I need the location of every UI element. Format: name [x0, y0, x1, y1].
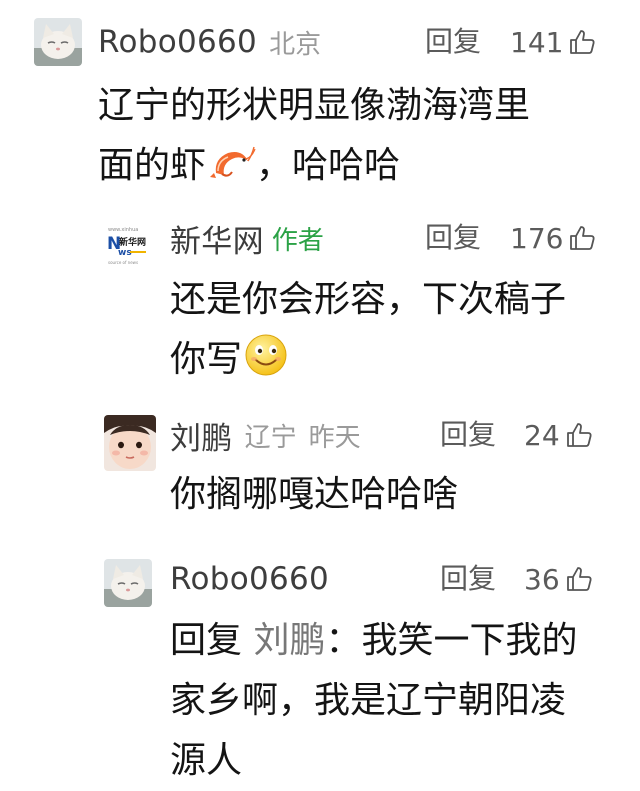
shrimp-emoji-icon — [208, 143, 256, 183]
reply-button[interactable]: 回复 — [425, 218, 481, 258]
username[interactable]: 刘鹏 — [170, 413, 233, 458]
svg-text:新华网: 新华网 — [119, 236, 146, 248]
comment-header: 刘鹏 辽宁 昨天 — [170, 413, 361, 458]
comment-text-fragment: 面的虾 — [98, 145, 207, 186]
location-label: 辽宁 — [244, 422, 297, 453]
comment-text-fragment: 你写 — [170, 339, 243, 380]
comment-item: 刘鹏 辽宁 昨天 回复 24 你搁哪嘎达哈哈啥 — [0, 395, 640, 545]
xinhuanet-logo-icon[interactable]: www.xinhua N 新华网 ws source of news — [104, 222, 152, 270]
comment-text-fragment: ，哈哈哈 — [256, 145, 401, 186]
baby-avatar-icon[interactable] — [104, 415, 156, 471]
smile-emoji-icon — [244, 333, 288, 377]
comment-text-line: 家乡啊，我是辽宁朝阳凌 — [170, 680, 567, 721]
like-button[interactable]: 36 — [524, 559, 594, 599]
mention-link[interactable]: 刘鹏 — [253, 620, 325, 661]
comment-item: Robo0660 回复 36 回复 刘鹏：我笑一下我的 家乡啊，我是辽宁朝阳凌 … — [0, 545, 640, 784]
like-count: 141 — [510, 25, 564, 59]
like-count: 176 — [510, 221, 564, 255]
thumbs-up-icon — [564, 564, 594, 594]
svg-text:ws: ws — [118, 248, 132, 258]
comment-text: 回复 刘鹏：我笑一下我的 家乡啊，我是辽宁朝阳凌 源人 — [170, 611, 578, 791]
svg-text:source of news: source of news — [108, 260, 138, 265]
username[interactable]: 新华网 — [170, 216, 264, 261]
like-button[interactable]: 141 — [510, 22, 597, 62]
thumbs-up-icon — [567, 27, 597, 57]
comment-header: 新华网 作者 — [170, 216, 324, 261]
comment-text-line: 还是你会形容，下次稿子 — [170, 279, 567, 320]
comment-text: 辽宁的形状明显像渤海湾里 面的虾 ，哈哈哈 — [98, 76, 530, 196]
svg-text:www.xinhua: www.xinhua — [108, 227, 138, 233]
comment-item: Robo0660 北京 回复 141 辽宁的形状明显像渤海湾里 面的虾 ，哈哈哈 — [0, 0, 640, 200]
like-count: 36 — [524, 562, 560, 596]
cat-avatar-icon[interactable] — [34, 18, 82, 66]
reply-button[interactable]: 回复 — [440, 559, 496, 599]
username[interactable]: Robo0660 — [98, 24, 257, 60]
comment-text-line: 你写 — [170, 330, 566, 390]
reply-prefix: 回复 — [170, 620, 243, 661]
like-button[interactable]: 176 — [510, 218, 597, 258]
thumbs-up-icon — [567, 223, 597, 253]
comment-text-line: 回复 刘鹏：我笑一下我的 — [170, 611, 578, 671]
comment-header: Robo0660 北京 — [98, 22, 321, 62]
thumbs-up-icon — [564, 420, 594, 450]
comment-text-line: 源人 — [170, 740, 243, 781]
reply-button[interactable]: 回复 — [425, 22, 481, 62]
username[interactable]: Robo0660 — [170, 561, 329, 597]
comment-text-fragment: ：我笑一下我的 — [325, 620, 578, 661]
comment-text-line: 你搁哪嘎达哈哈啥 — [170, 474, 459, 515]
comment-text: 你搁哪嘎达哈哈啥 — [170, 465, 458, 525]
location-label: 北京 — [269, 29, 322, 60]
cat-avatar-icon[interactable] — [104, 559, 152, 607]
comment-item: www.xinhua N 新华网 ws source of news 新华网 作… — [0, 200, 640, 390]
comment-text: 还是你会形容，下次稿子 你写 — [170, 270, 566, 390]
reply-button[interactable]: 回复 — [440, 415, 496, 455]
like-button[interactable]: 24 — [524, 415, 594, 455]
author-badge: 作者 — [271, 225, 324, 256]
comment-header: Robo0660 — [170, 559, 329, 599]
like-count: 24 — [524, 418, 560, 452]
comment-text-line: 辽宁的形状明显像渤海湾里 — [98, 85, 531, 126]
comment-text-line: 面的虾 ，哈哈哈 — [98, 136, 530, 196]
time-label: 昨天 — [308, 422, 361, 453]
